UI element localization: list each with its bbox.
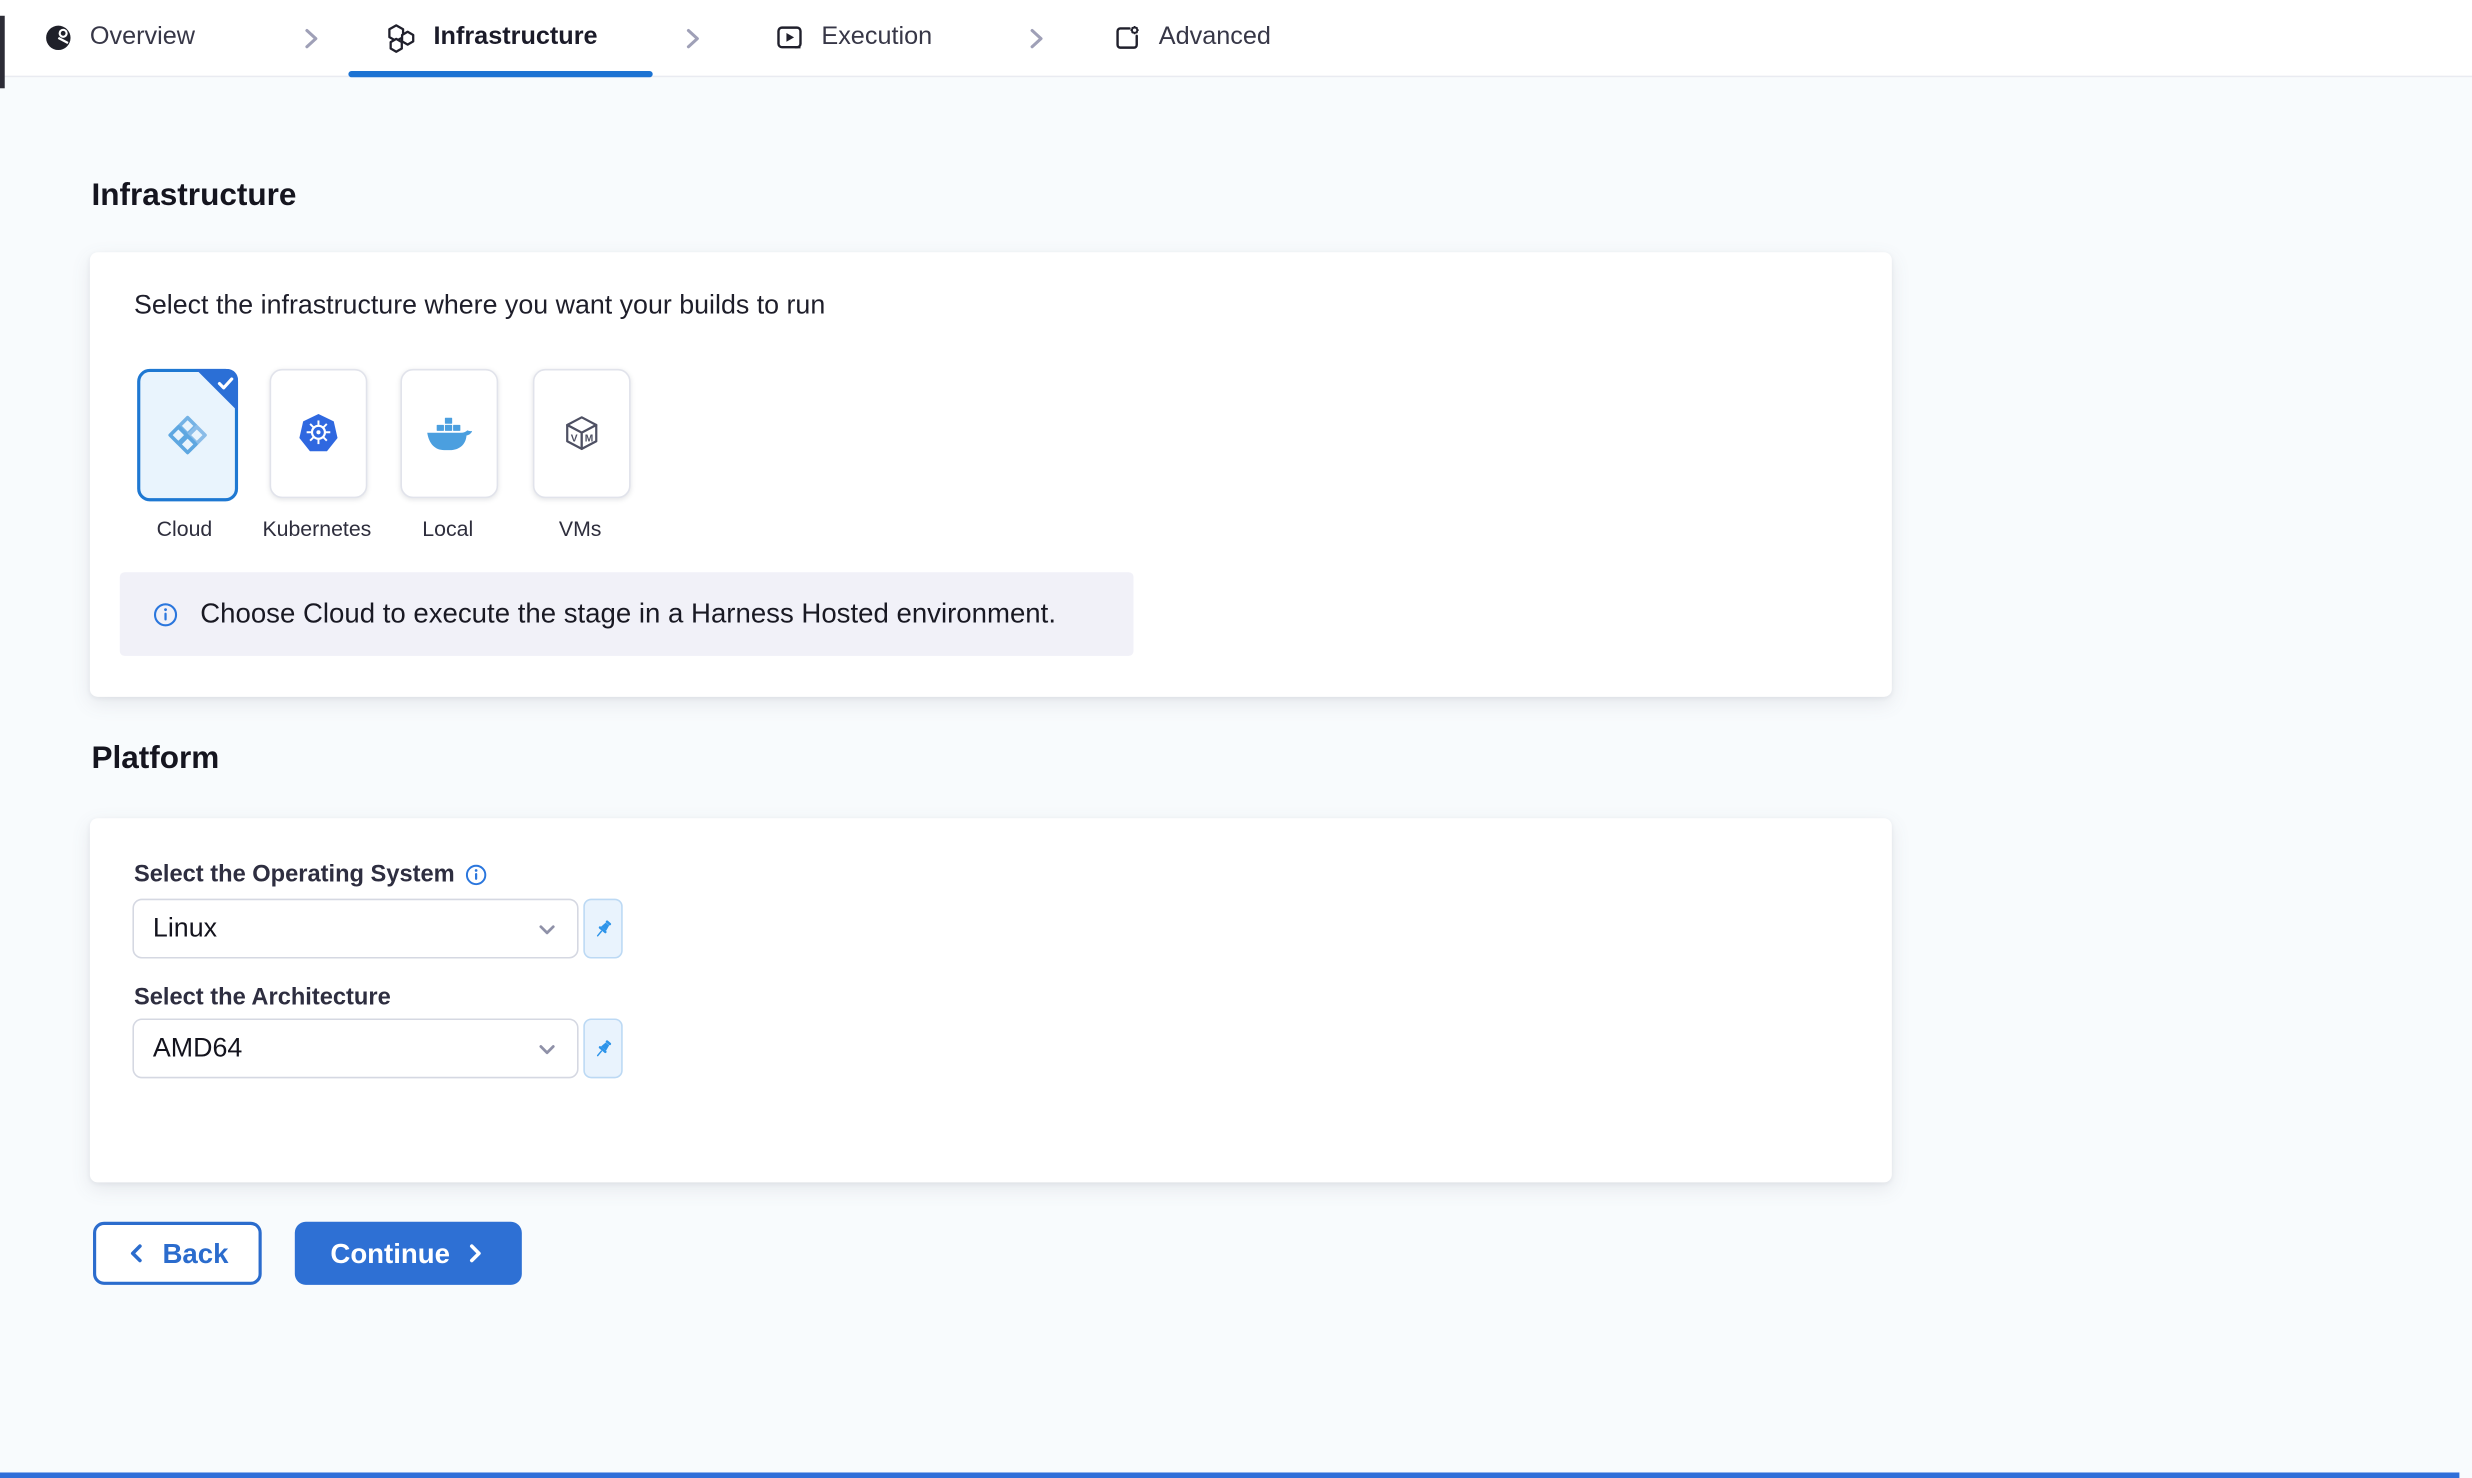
tab-advanced-label: Advanced — [1159, 24, 1271, 52]
build-stage-setup-screen: Overview Infrastructure — [0, 0, 2472, 1478]
arch-field-label: Select the Architecture — [134, 984, 391, 1011]
tab-overview-label: Overview — [90, 24, 195, 52]
cloud-info-banner: Choose Cloud to execute the stage in a H… — [120, 572, 1134, 656]
back-button[interactable]: Back — [93, 1222, 262, 1285]
continue-button[interactable]: Continue — [295, 1222, 522, 1285]
docker-icon — [426, 415, 473, 451]
platform-panel: Select the Operating System Linux — [90, 818, 1892, 1182]
arch-select-value: AMD64 — [153, 1033, 242, 1065]
tab-overview[interactable]: Overview — [44, 0, 195, 76]
os-field-label: Select the Operating System — [134, 861, 488, 888]
tab-infrastructure[interactable]: Infrastructure — [386, 0, 597, 76]
tab-infrastructure-label: Infrastructure — [434, 24, 598, 52]
bottom-accent-bar — [0, 1472, 2459, 1478]
window-edge-sliver — [0, 16, 5, 89]
svg-text:M: M — [585, 433, 594, 444]
harness-cloud-icon — [167, 415, 208, 456]
execution-play-icon — [776, 24, 804, 52]
arch-select[interactable]: AMD64 — [132, 1018, 578, 1078]
tab-advanced[interactable]: Advanced — [1113, 0, 1271, 76]
infrastructure-hexagons-icon — [386, 23, 416, 53]
platform-section-heading: Platform — [91, 738, 219, 779]
infra-option-vms-label: VMs — [501, 516, 659, 543]
cloud-info-banner-text: Choose Cloud to execute the stage in a H… — [200, 598, 1056, 631]
chevron-right-separator-icon — [300, 27, 324, 59]
active-tab-underline — [348, 71, 652, 77]
overview-pie-icon — [44, 24, 72, 52]
info-icon — [153, 601, 178, 626]
stage-wizard-tabbar: Overview Infrastructure — [0, 0, 2472, 77]
back-chevron-icon — [126, 1242, 148, 1264]
infrastructure-section-heading: Infrastructure — [91, 175, 296, 216]
chevron-right-separator-icon — [1025, 27, 1049, 59]
check-icon — [216, 374, 235, 393]
os-select-value: Linux — [153, 913, 217, 945]
pin-icon — [591, 917, 615, 941]
advanced-gear-icon — [1113, 24, 1141, 52]
infra-option-kubernetes[interactable] — [270, 369, 368, 498]
continue-chevron-icon — [464, 1242, 486, 1264]
os-pin-button[interactable] — [583, 899, 622, 959]
infrastructure-prompt-text: Select the infrastructure where you want… — [134, 290, 825, 322]
chevron-down-icon — [536, 919, 558, 949]
os-field-label-text: Select the Operating System — [134, 861, 455, 888]
svg-text:V: V — [571, 433, 578, 444]
chevron-down-icon — [536, 1039, 558, 1069]
infra-option-vms[interactable]: V M — [533, 369, 631, 498]
tab-execution[interactable]: Execution — [776, 0, 932, 76]
infrastructure-panel: Select the infrastructure where you want… — [90, 252, 1892, 697]
kubernetes-icon — [298, 413, 339, 454]
chevron-right-separator-icon — [681, 27, 705, 59]
infra-option-cloud[interactable] — [137, 369, 238, 501]
arch-field-label-text: Select the Architecture — [134, 984, 391, 1011]
back-button-label: Back — [163, 1237, 229, 1270]
continue-button-label: Continue — [330, 1237, 450, 1270]
info-icon[interactable] — [466, 863, 488, 885]
os-select[interactable]: Linux — [132, 899, 578, 959]
selected-corner-badge — [195, 369, 238, 412]
tab-execution-label: Execution — [821, 24, 932, 52]
arch-pin-button[interactable] — [583, 1018, 622, 1078]
infra-option-local[interactable] — [400, 369, 498, 498]
pin-icon — [591, 1037, 615, 1061]
vm-cube-icon: V M — [561, 413, 602, 454]
